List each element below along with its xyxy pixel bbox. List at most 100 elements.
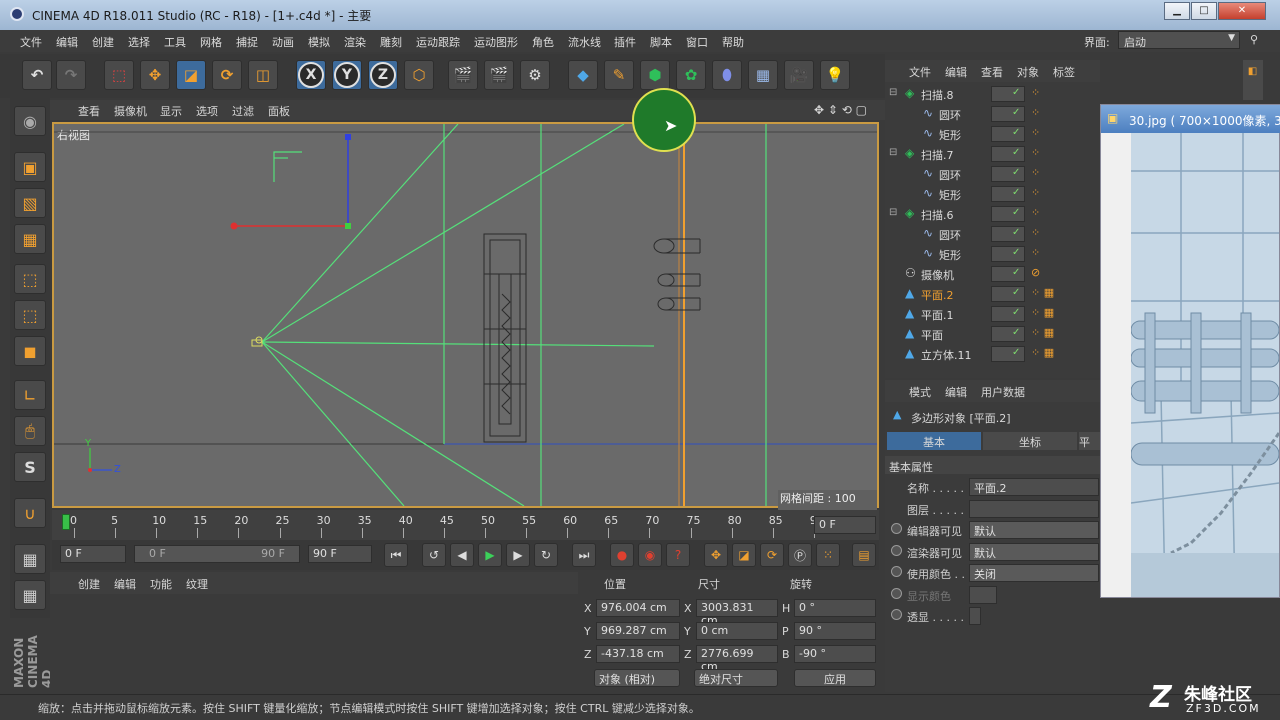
object-row[interactable]: ▲ 平面.2 ✓ ⁘ ▦ — [885, 284, 1100, 304]
start-frame-field[interactable]: 0 F — [60, 545, 126, 563]
position-x-field[interactable]: 976.004 cm — [596, 599, 680, 617]
timeline-window-icon[interactable]: ▤ — [852, 543, 876, 567]
object-row[interactable]: ∿ 圆环 ✓ ⁘ — [885, 224, 1100, 244]
tab-basic[interactable]: 基本 — [887, 432, 981, 450]
object-row[interactable]: ∿ 圆环 ✓ ⁘ — [885, 104, 1100, 124]
material-menu-edit[interactable]: 编辑 — [114, 576, 136, 592]
menu-window[interactable]: 窗口 — [686, 34, 708, 50]
pen-spline-icon[interactable]: ✎ — [604, 60, 634, 90]
redo-icon[interactable]: ↷ — [56, 60, 86, 90]
position-z-field[interactable]: -437.18 cm — [596, 645, 680, 663]
om-menu-file[interactable]: 文件 — [909, 64, 931, 80]
planar-workplane-icon[interactable]: ▦ — [14, 580, 46, 610]
object-row[interactable]: ∿ 矩形 ✓ ⁘ — [885, 124, 1100, 144]
menu-snap[interactable]: 捕捉 — [236, 34, 258, 50]
points-mode-icon[interactable]: ⬚ — [14, 264, 46, 294]
subdivision-surface-icon[interactable]: ⬢ — [640, 60, 670, 90]
menu-mesh[interactable]: 网格 — [200, 34, 222, 50]
render-picture-viewer-icon[interactable]: 🎬 — [484, 60, 514, 90]
pla-key-icon[interactable]: ⁙ — [816, 543, 840, 567]
layout-select[interactable]: 启动 ▼ — [1118, 31, 1240, 49]
y-axis-lock-button[interactable]: Y — [332, 60, 362, 90]
visibility-toggle-icon[interactable]: ✓ — [991, 166, 1025, 182]
material-menu-texture[interactable]: 纹理 — [186, 576, 208, 592]
animate-radio-icon[interactable] — [891, 587, 902, 599]
attr-menu-userdata[interactable]: 用户数据 — [981, 384, 1025, 400]
rotation-b-field[interactable]: -90 ° — [794, 645, 876, 663]
visibility-toggle-icon[interactable]: ✓ — [991, 126, 1025, 142]
visibility-toggle-icon[interactable]: ✓ — [991, 306, 1025, 322]
move-tool-icon[interactable]: ✥ — [140, 60, 170, 90]
attr-field-value[interactable] — [969, 585, 997, 604]
floor-icon[interactable]: ▦ — [748, 60, 778, 90]
rotate-tool-icon[interactable]: ⟳ — [212, 60, 242, 90]
om-menu-objects[interactable]: 对象 — [1017, 64, 1039, 80]
object-row[interactable]: ▲ 平面 ✓ ⁘ ▦ — [885, 324, 1100, 344]
close-button[interactable]: ✕ — [1218, 2, 1266, 20]
tab-smooth[interactable]: 平滑 — [1079, 432, 1100, 450]
animate-radio-icon[interactable] — [891, 566, 902, 577]
menu-help[interactable]: 帮助 — [722, 34, 744, 50]
previous-key-icon[interactable]: ↺ — [422, 543, 446, 567]
object-tags-icon[interactable]: ⁘ — [1031, 86, 1040, 99]
menu-sculpt[interactable]: 雕刻 — [380, 34, 402, 50]
apply-button[interactable]: 应用 — [794, 669, 876, 687]
material-menu-create[interactable]: 创建 — [78, 576, 100, 592]
viewport-menu-display[interactable]: 显示 — [160, 103, 182, 119]
viewport-menu-cameras[interactable]: 摄像机 — [114, 103, 147, 119]
autokey-icon[interactable]: ◉ — [638, 543, 662, 567]
menu-plugins[interactable]: 插件 — [614, 34, 636, 50]
tab-coord[interactable]: 坐标 — [983, 432, 1077, 450]
viewport-nav-icon[interactable]: ✥ ⇕ ⟲ ▢ — [814, 103, 867, 117]
attr-field-value[interactable] — [969, 499, 1099, 518]
om-menu-edit[interactable]: 编辑 — [945, 64, 967, 80]
viewport-menu-options[interactable]: 选项 — [196, 103, 218, 119]
next-key-icon[interactable]: ↻ — [534, 543, 558, 567]
light-icon[interactable]: 💡 — [820, 60, 850, 90]
cube-object-icon[interactable]: ◆ — [568, 60, 598, 90]
play-forward-icon[interactable]: ▶ — [478, 543, 502, 567]
object-row[interactable]: ⊟ ◈ 扫描.7 ✓ ⁘ — [885, 144, 1100, 164]
texture-mode-icon[interactable]: ▧ — [14, 188, 46, 218]
visibility-toggle-icon[interactable]: ✓ — [991, 186, 1025, 202]
material-menu-function[interactable]: 功能 — [150, 576, 172, 592]
om-menu-tags[interactable]: 标签 — [1053, 64, 1075, 80]
render-settings-icon[interactable]: ⚙ — [520, 60, 550, 90]
rotation-h-field[interactable]: 0 ° — [794, 599, 876, 617]
rotation-p-field[interactable]: 90 ° — [794, 622, 876, 640]
size-x-field[interactable]: 3003.831 cm — [696, 599, 778, 627]
frame-range-slider[interactable]: 0 F 90 F — [134, 545, 300, 563]
object-row[interactable]: ⚇ 摄像机 ✓ ⊘ — [885, 264, 1100, 284]
tweak-mode-icon[interactable]: 🖱 — [14, 416, 46, 446]
snapping-icon[interactable]: ∪ — [14, 498, 46, 528]
image-viewer-window[interactable]: ▣ 30.jpg ( 700×1000像素, 37 — [1100, 104, 1280, 598]
object-tags-icon[interactable]: ⊘ — [1031, 266, 1040, 279]
position-y-field[interactable]: 969.287 cm — [596, 622, 680, 640]
menu-file[interactable]: 文件 — [20, 34, 42, 50]
om-menu-view[interactable]: 查看 — [981, 64, 1003, 80]
object-row[interactable]: ∿ 矩形 ✓ ⁘ — [885, 184, 1100, 204]
visibility-toggle-icon[interactable]: ✓ — [991, 146, 1025, 162]
workplane-mode-icon[interactable]: ▦ — [14, 224, 46, 254]
menu-create[interactable]: 创建 — [92, 34, 114, 50]
object-row[interactable]: ⊟ ◈ 扫描.8 ✓ ⁘ — [885, 84, 1100, 104]
visibility-toggle-icon[interactable]: ✓ — [991, 326, 1025, 342]
solo-mode-icon[interactable]: S — [14, 452, 46, 482]
visibility-toggle-icon[interactable]: ✓ — [991, 346, 1025, 362]
undo-icon[interactable]: ↶ — [22, 60, 52, 90]
render-view-icon[interactable]: 🎬 — [448, 60, 478, 90]
viewport-menu-view[interactable]: 查看 — [78, 103, 100, 119]
timeline-ruler[interactable]: 051015202530354045505560657075808590 0 F — [52, 510, 879, 540]
visibility-toggle-icon[interactable]: ✓ — [991, 226, 1025, 242]
menu-script[interactable]: 脚本 — [650, 34, 672, 50]
menu-character[interactable]: 角色 — [532, 34, 554, 50]
menu-render[interactable]: 渲染 — [344, 34, 366, 50]
visibility-toggle-icon[interactable]: ✓ — [991, 206, 1025, 222]
viewport-menu-filter[interactable]: 过滤 — [232, 103, 254, 119]
viewport-menu-panel[interactable]: 面板 — [268, 103, 290, 119]
visibility-toggle-icon[interactable]: ✓ — [991, 106, 1025, 122]
object-tags-icon[interactable]: ⁘ ▦ — [1031, 286, 1054, 299]
menu-mograph[interactable]: 运动图形 — [474, 34, 518, 50]
object-row[interactable]: ▲ 立方体.11 ✓ ⁘ ▦ — [885, 344, 1100, 364]
keyframe-selection-icon[interactable]: ? — [666, 543, 690, 567]
